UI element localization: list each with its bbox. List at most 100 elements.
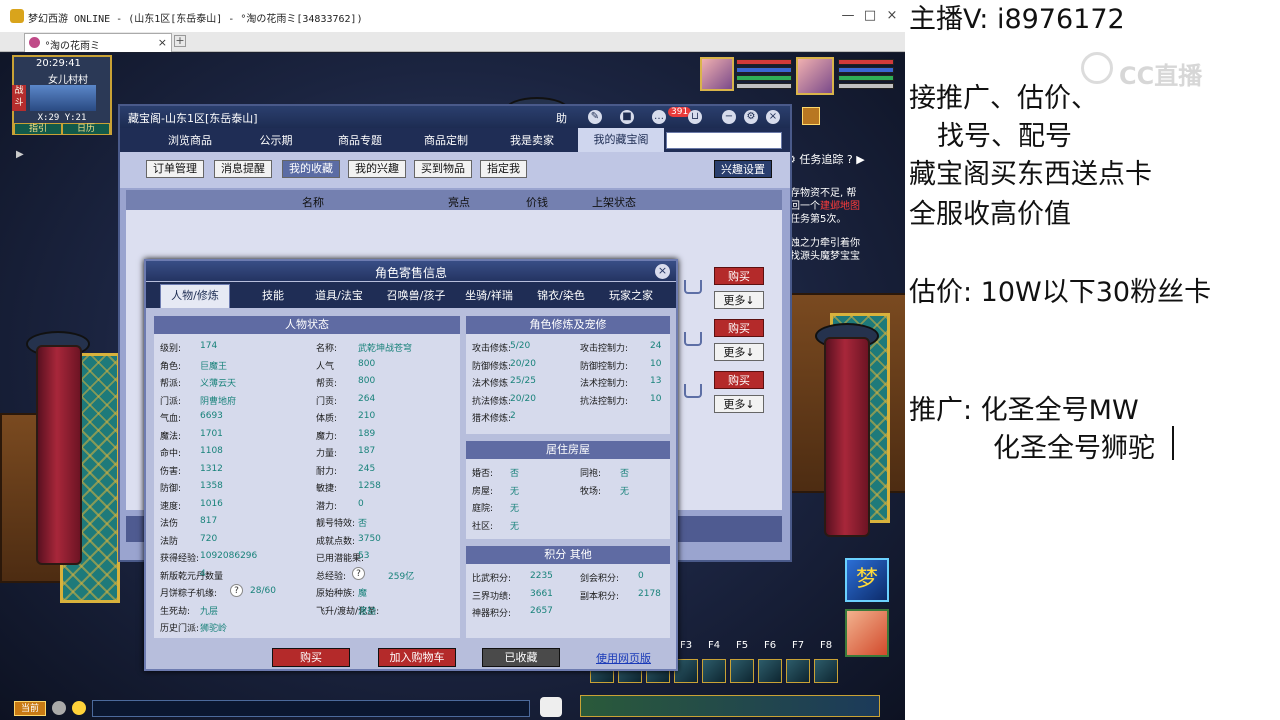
stat-value: 4 <box>200 568 206 579</box>
bought-items-button[interactable]: 买到物品 <box>414 160 472 178</box>
minimize-button[interactable]: — <box>840 8 856 24</box>
nav-browse[interactable]: 浏览商品 <box>150 132 230 148</box>
my-favorites-button[interactable]: 我的收藏 <box>282 160 340 178</box>
use-web-version-link[interactable]: 使用网页版 <box>596 650 651 666</box>
designated-me-button[interactable]: 指定我 <box>480 160 527 178</box>
search-input[interactable] <box>666 132 782 149</box>
stat-row: 攻击控制力: 24 <box>580 341 661 354</box>
more-button[interactable]: 更多↓ <box>714 291 764 309</box>
chat-input[interactable] <box>92 700 530 717</box>
stat-value: 3750 <box>358 533 381 544</box>
skill-slot[interactable] <box>730 659 754 683</box>
stat-label: 帮贡: <box>316 379 338 389</box>
stat-value: 否 <box>620 469 630 479</box>
stat-value: 6693 <box>200 411 223 421</box>
hotkey-f8: F8 <box>820 640 833 651</box>
play-arrow-icon[interactable]: ▶ <box>16 149 24 160</box>
tab-items[interactable]: 道具/法宝 <box>304 287 374 303</box>
close-window-button[interactable]: × <box>884 8 900 24</box>
add-to-cart-button[interactable]: 加入购物车 <box>378 648 456 667</box>
pet-icon[interactable] <box>540 697 562 717</box>
interest-settings-button[interactable]: 兴趣设置 <box>714 160 772 178</box>
quickbar[interactable] <box>580 695 880 717</box>
dialog-close-icon[interactable]: × <box>655 264 670 279</box>
tab-mounts[interactable]: 坐骑/祥瑞 <box>454 287 524 303</box>
cart-icon[interactable]: ⊔ <box>688 110 702 124</box>
add-tab-button[interactable]: + <box>174 35 186 47</box>
skill-slot[interactable] <box>814 659 838 683</box>
tab-skills[interactable]: 技能 <box>238 287 308 303</box>
quest-link[interactable]: 魔梦宝宝 <box>820 251 860 262</box>
cart-icon[interactable] <box>684 384 702 398</box>
chat-channel-button[interactable]: 当前 <box>14 701 46 716</box>
voice-icon[interactable] <box>52 701 66 715</box>
minimap[interactable]: 20:29:41 女儿村村 战斗 X:29 Y:21 指引 日历 <box>12 55 112 135</box>
more-button[interactable]: 更多↓ <box>714 343 764 361</box>
nav-seller[interactable]: 我是卖家 <box>492 132 572 148</box>
cart-icon[interactable] <box>684 280 702 294</box>
cart-icon[interactable] <box>684 332 702 346</box>
calendar-button[interactable]: 日历 <box>62 123 110 135</box>
cultivation-header: 角色修炼及宠修 <box>466 316 670 334</box>
settings-icon[interactable]: ⚙ <box>744 110 758 124</box>
tab-costume[interactable]: 锦衣/染色 <box>526 287 596 303</box>
minimap-view[interactable] <box>30 85 96 111</box>
helper-avatar[interactable] <box>845 609 889 657</box>
stat-row: 级别: 174 <box>160 341 217 354</box>
buy-button[interactable]: 购买 <box>714 319 764 337</box>
stat-value: 1258 <box>358 481 381 491</box>
housing-header: 居住房屋 <box>466 441 670 459</box>
stat-row: 抗法修炼: 20/20 <box>472 394 536 407</box>
favorited-button[interactable]: 已收藏 <box>482 648 560 667</box>
buff-icon[interactable] <box>802 107 820 125</box>
player-portrait[interactable] <box>796 57 834 95</box>
tab-close-icon[interactable]: × <box>158 36 167 49</box>
nav-custom[interactable]: 商品定制 <box>406 132 486 148</box>
tab-character[interactable]: °淘の花雨ミ × <box>24 33 172 52</box>
order-manage-button[interactable]: 订单管理 <box>146 160 204 178</box>
stat-label: 攻击修炼: <box>472 344 512 354</box>
quest-tracker[interactable]: ⚙ 任务追踪 ? ▶ <box>786 151 865 167</box>
buy-button[interactable]: 购买 <box>714 371 764 389</box>
quest-text-2[interactable]: 蚀之力牵引着你 找源头魔梦宝宝 <box>790 237 890 263</box>
maximize-button[interactable]: □ <box>862 8 878 24</box>
tab-home[interactable]: 玩家之家 <box>596 287 666 303</box>
tab-character-cultivation[interactable]: 人物/修炼 <box>160 284 230 308</box>
buy-button[interactable]: 购买 <box>714 267 764 285</box>
my-interests-button[interactable]: 我的兴趣 <box>348 160 406 178</box>
stat-value: 800 <box>358 376 376 386</box>
message-remind-button[interactable]: 消息提醒 <box>214 160 272 178</box>
stop-icon[interactable]: ■ <box>620 110 634 124</box>
pavilion-nav: 浏览商品 公示期 商品专题 商品定制 我是卖家 我的藏宝阁 <box>120 128 790 152</box>
nav-my-pavilion[interactable]: 我的藏宝阁 <box>578 128 664 152</box>
stat-value: 13 <box>650 376 662 386</box>
stat-label: 历史门派: <box>160 624 200 634</box>
stat-row: 防御修炼: 20/20 <box>472 359 536 372</box>
chat-bubble-icon[interactable]: … <box>652 110 666 124</box>
skill-slot[interactable] <box>758 659 782 683</box>
skill-slot[interactable] <box>786 659 810 683</box>
stream-overlay: CC直播 主播V: i8976172 接推广、估价、 找号、配号 藏宝阁买东西送… <box>905 0 1280 720</box>
help-question-icon[interactable]: ? <box>352 566 365 580</box>
stat-row: 法术控制力: 13 <box>580 376 661 389</box>
minimize-icon[interactable]: − <box>722 110 736 124</box>
guide-button[interactable]: 指引 <box>14 123 62 135</box>
pet-portrait[interactable] <box>700 57 734 91</box>
stat-value: 1016 <box>200 498 223 509</box>
nav-topics[interactable]: 商品专题 <box>320 132 400 148</box>
nav-public[interactable]: 公示期 <box>236 132 316 148</box>
dream-logo-icon[interactable]: 梦 <box>845 558 889 602</box>
skill-slot[interactable] <box>702 659 726 683</box>
quest-link[interactable]: 建邺地图 <box>820 201 860 212</box>
close-icon[interactable]: × <box>766 110 780 124</box>
battle-tag[interactable]: 战斗 <box>12 85 26 111</box>
tab-pets[interactable]: 召唤兽/孩子 <box>376 287 456 303</box>
stat-value: 1312 <box>200 463 223 474</box>
help-question-icon[interactable]: ? <box>230 584 243 597</box>
help-button[interactable]: 助 <box>556 110 567 126</box>
buy-button[interactable]: 购买 <box>272 648 350 667</box>
emoji-icon[interactable] <box>72 701 86 715</box>
more-button[interactable]: 更多↓ <box>714 395 764 413</box>
quest-text[interactable]: 存物资不足, 帮 回一个建邺地图 任务第5次。 <box>790 187 890 226</box>
pen-icon[interactable]: ✎ <box>588 110 602 124</box>
